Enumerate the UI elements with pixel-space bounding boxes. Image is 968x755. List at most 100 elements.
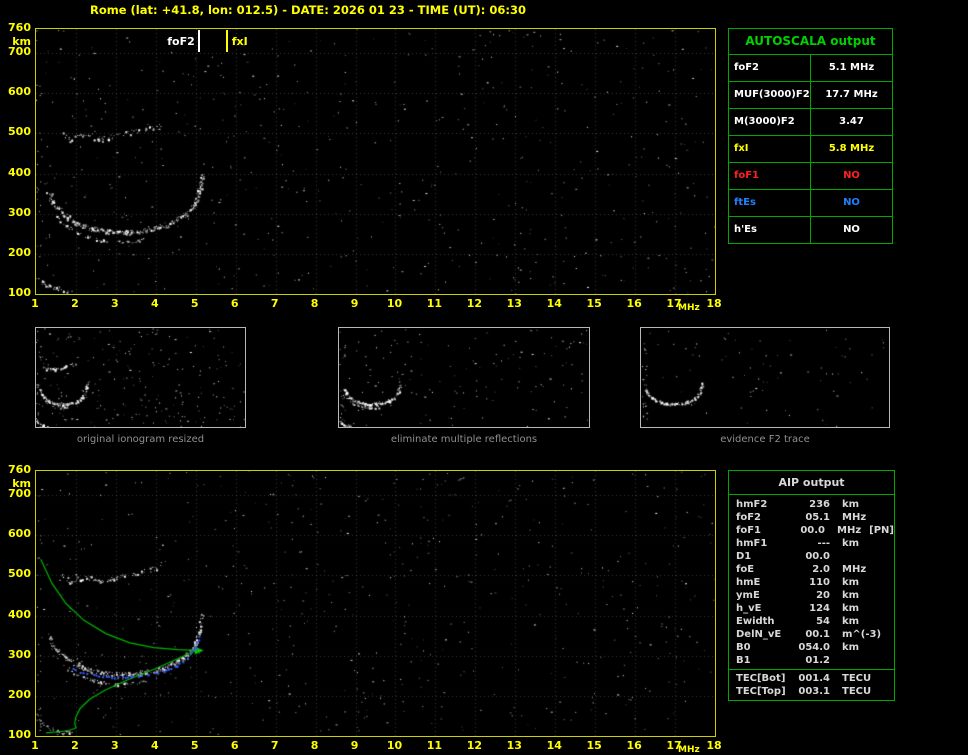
aip-val: 054.0 (798, 642, 830, 653)
aip-lbl: Ewidth (736, 616, 775, 627)
aip-val: 01.2 (805, 655, 830, 666)
x-tick-label-bottom: 8 (310, 739, 319, 752)
x-tick-label-bottom: 9 (350, 739, 359, 752)
thumbnail-caption-original: original ionogram resized (76, 434, 205, 445)
x-axis-unit-top: MHz (678, 303, 700, 313)
autoscala-row-value: NO (843, 170, 860, 181)
marker-fxI-label: fxI (231, 35, 248, 48)
aip-unit: km (842, 603, 860, 614)
thumbnail-caption-f2: evidence F2 trace (720, 434, 810, 445)
aip-lbl: hmF1 (736, 538, 768, 549)
x-tick-label-bottom: 12 (466, 739, 482, 752)
ionogram-canvas-bottom (36, 471, 715, 736)
autoscala-window: Rome (lat: +41.8, lon: 012.5) - DATE: 20… (0, 0, 968, 755)
thumbnail-eliminate-canvas (339, 328, 589, 427)
aip-unit: km (842, 642, 860, 653)
aip-lbl: hmE (736, 577, 761, 588)
aip-val: 236 (809, 499, 830, 510)
aip-row-TEC[Bot]: TEC[Bot] 001.4 TECU (729, 672, 894, 685)
autoscala-row-label: h'Es (729, 217, 811, 243)
autoscala-row-foF2: foF2 5.1 MHz (729, 55, 892, 82)
x-tick-label-top: 7 (270, 297, 279, 310)
x-tick-label-top: 13 (506, 297, 522, 310)
thumbnail-original-canvas (36, 328, 245, 427)
y-axis-unit-bottom: km (12, 477, 31, 490)
autoscala-row-value: NO (843, 197, 860, 208)
aip-row-TEC[Top]: TEC[Top] 003.1 TECU (729, 685, 894, 698)
aip-lbl: ymE (736, 590, 760, 601)
autoscala-row-ftEs: ftEs NO (729, 190, 892, 217)
aip-val: 00.1 (805, 629, 830, 640)
aip-row-hmE: hmE 110 km (729, 576, 894, 589)
x-tick-label-bottom: 10 (386, 739, 403, 752)
autoscala-row-label: fxI (729, 136, 811, 162)
x-tick-label-top: 12 (466, 297, 482, 310)
thumbnail-f2-canvas (641, 328, 889, 427)
x-tick-label-bottom: 1 (31, 739, 39, 752)
aip-lbl: foF2 (736, 512, 762, 523)
y-tick-label-bottom: 200 (8, 687, 31, 701)
x-tick-label-top: 10 (386, 297, 403, 310)
x-tick-label-bottom: 6 (230, 739, 239, 752)
aip-val: --- (817, 538, 830, 549)
x-tick-label-bottom: 3 (111, 739, 119, 752)
thumbnail-f2-trace (640, 327, 890, 428)
aip-lbl: hmF2 (736, 499, 768, 510)
autoscala-row-h'Es: h'Es NO (729, 217, 892, 243)
autoscala-row-value: 3.47 (839, 116, 864, 127)
marker-foF2-line (197, 30, 200, 52)
aip-unit: km (842, 499, 860, 510)
aip-unit: km (842, 616, 860, 627)
y-tick-label-top: 500 (8, 125, 31, 139)
aip-lbl: h_vE (736, 603, 762, 614)
aip-row-hmF2: hmF2 236 km (729, 498, 894, 511)
aip-val: 00.0 (805, 551, 830, 562)
aip-unit: MHz (837, 525, 862, 536)
x-tick-label-top: 14 (546, 297, 562, 310)
autoscala-row-foF1: foF1 NO (729, 163, 892, 190)
aip-unit: TECU (842, 686, 872, 697)
autoscala-output-table: AUTOSCALA output foF2 5.1 MHz MUF(3000)F2 1… (728, 28, 893, 244)
autoscala-table-rows: foF2 5.1 MHz MUF(3000)F2 17.7 MHz M(3000)F2 3… (729, 55, 892, 243)
x-tick-label-bottom: 7 (270, 739, 279, 752)
autoscala-row-M(3000)F2: M(3000)F2 3.47 (729, 109, 892, 136)
aip-row-hmF1: hmF1 --- km (729, 537, 894, 550)
aip-val: 20 (816, 590, 830, 601)
aip-unit: MHz (842, 512, 867, 523)
autoscala-row-label: ftEs (729, 190, 811, 216)
aip-row-foE: foE 2.0 MHz (729, 563, 894, 576)
aip-output-table: AIP output hmF2 236 km foF2 05.1 MHz foF1 00.0 M… (728, 470, 895, 701)
y-tick-label-top: 400 (8, 165, 31, 179)
autoscala-row-value: NO (843, 224, 860, 235)
x-tick-label-top: 1 (31, 297, 39, 310)
y-tick-label-bottom: 760 (8, 463, 31, 476)
aip-unit: TECU (842, 673, 872, 684)
x-tick-label-top: 3 (111, 297, 119, 310)
aip-val: 110 (809, 577, 830, 588)
aip-lbl: DelN_vE (736, 629, 782, 640)
x-tick-label-bottom: 11 (426, 739, 443, 752)
x-tick-label-top: 18 (706, 297, 722, 310)
aip-row-foF1: foF1 00.0 MHz [PN] (729, 524, 894, 537)
aip-unit: MHz (842, 564, 867, 575)
aip-unit: km (842, 538, 860, 549)
x-tick-label-bottom: 2 (71, 739, 79, 752)
aip-row-DelN_vE: DelN_vE 00.1 m^(-3) (729, 628, 894, 641)
aip-lbl: TEC[Bot] (736, 673, 786, 684)
aip-extra: [PN] (869, 525, 894, 536)
autoscala-row-label: foF1 (729, 163, 811, 189)
aip-row-B0: B0 054.0 km (729, 641, 894, 654)
y-tick-label-top: 760 (8, 21, 31, 34)
ionogram-plot-top (35, 28, 716, 295)
aip-val: 2.0 (812, 564, 830, 575)
aip-lbl: B1 (736, 655, 751, 666)
x-axis-unit-bottom: MHz (678, 745, 700, 755)
x-tick-label-top: 2 (71, 297, 79, 310)
aip-row-D1: D1 00.0 (729, 550, 894, 563)
y-tick-label-top: 300 (8, 205, 31, 219)
autoscala-row-MUF(3000)F2: MUF(3000)F2 17.7 MHz (729, 82, 892, 109)
aip-table-rows: hmF2 236 km foF2 05.1 MHz foF1 00.0 MHz [PN] hmF1-… (729, 495, 894, 669)
aip-lbl: foF1 (736, 525, 762, 536)
aip-unit: km (842, 590, 860, 601)
ionogram-canvas-top (36, 29, 715, 294)
